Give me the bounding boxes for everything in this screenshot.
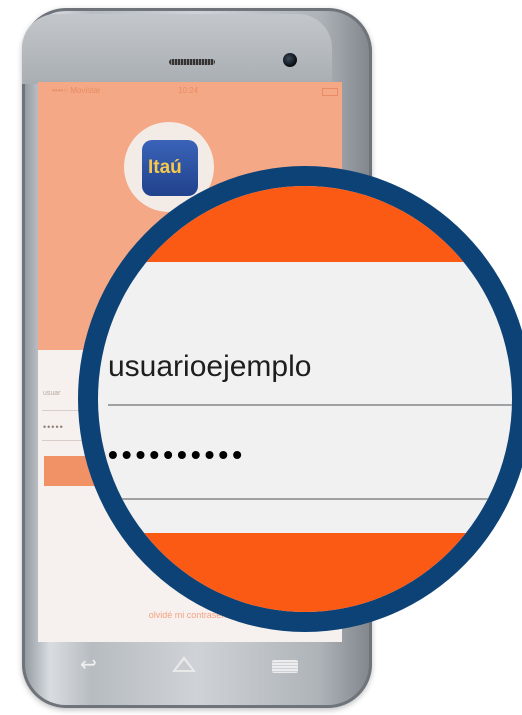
username-label: usuar (43, 390, 61, 397)
magnified-header-edge (494, 230, 506, 242)
front-camera (283, 53, 297, 67)
magnified-login-button[interactable] (98, 533, 512, 612)
back-icon[interactable]: ↩ (80, 654, 110, 676)
recent-apps-icon[interactable] (272, 660, 298, 673)
status-time: 10:24 (178, 86, 199, 95)
username-input[interactable]: usuarioejemplo (108, 350, 311, 384)
android-nav-bar: ↩ (38, 642, 342, 692)
speaker-grille (169, 59, 215, 65)
phone-top-bezel (22, 14, 332, 84)
username-input-underline (108, 404, 512, 406)
magnifier-lens: usuarioejemplo •••••••••• (98, 186, 512, 612)
home-icon[interactable] (172, 656, 196, 672)
password-input-underline (108, 498, 512, 500)
battery-icon (322, 88, 338, 96)
carrier-label: ••••○ Movistar (52, 86, 101, 95)
password-input[interactable]: •••••••••• (108, 439, 246, 471)
status-bar: ••••○ Movistar 10:24 (38, 84, 342, 98)
password-field-small[interactable]: ••••• (43, 422, 64, 432)
magnified-header-band (98, 186, 512, 262)
